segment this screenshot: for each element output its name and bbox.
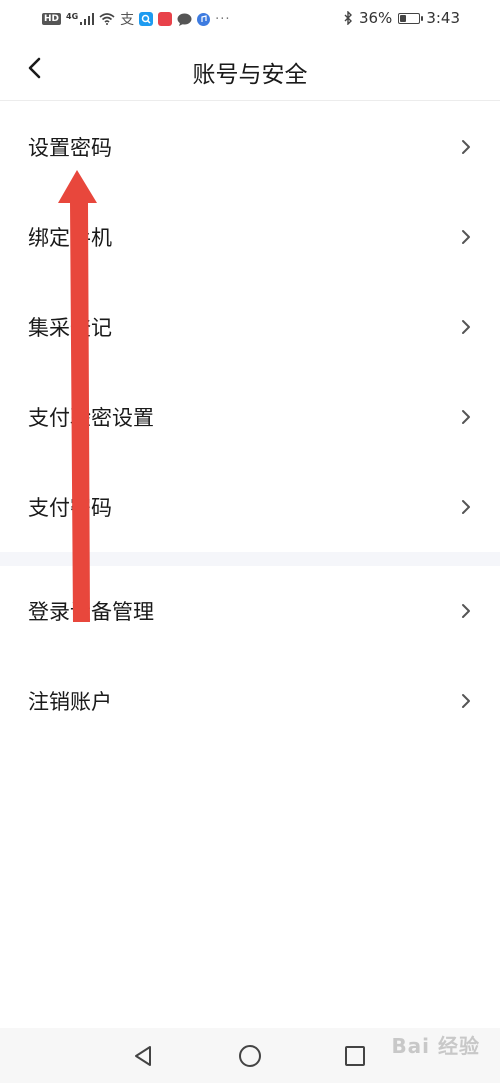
menu-item-label: 支付密码 <box>28 496 112 520</box>
clock: 3:43 <box>426 9 460 27</box>
chevron-right-icon <box>462 410 470 424</box>
status-right: 36% 3:43 <box>344 9 460 27</box>
menu-item-set-password[interactable]: 设置密码 <box>0 102 500 192</box>
menu-item-payment-password[interactable]: 支付密码 <box>0 462 500 552</box>
menu-item-label: 集采登记 <box>28 316 112 340</box>
chevron-right-icon <box>462 230 470 244</box>
menu-item-label: 设置密码 <box>28 136 112 160</box>
circle-home-icon <box>239 1045 261 1067</box>
menu-item-login-devices[interactable]: 登录设备管理 <box>0 566 500 656</box>
square-recents-icon <box>345 1046 365 1066</box>
bluetooth-icon <box>344 11 352 25</box>
menu-item-label: 支付验密设置 <box>28 406 154 430</box>
battery-level <box>400 14 407 22</box>
menu-item-payment-verification[interactable]: 支付验密设置 <box>0 372 500 462</box>
hd-badge: HD <box>42 13 62 25</box>
signal-icon <box>80 13 95 25</box>
menu-item-label: 注销账户 <box>28 690 112 714</box>
nav-home-button[interactable] <box>235 1041 265 1071</box>
nav-back-button[interactable] <box>128 1041 158 1071</box>
status-left: HD 4G 支 ··· <box>42 9 231 29</box>
menu-item-procurement-registration[interactable]: 集采登记 <box>0 282 500 372</box>
chevron-right-icon <box>462 604 470 618</box>
baidu-watermark: Bai 经验 <box>391 1034 480 1058</box>
music-app-icon <box>197 12 211 26</box>
chevron-right-icon <box>462 140 470 154</box>
menu-item-label: 绑定手机 <box>28 226 112 250</box>
navigation-bar: 账号与安全 <box>0 36 500 101</box>
nav-recents-button[interactable] <box>340 1041 370 1071</box>
chat-bubble-icon <box>177 13 192 26</box>
network-type: 4G <box>66 11 79 21</box>
wifi-icon <box>99 13 115 25</box>
status-bar: HD 4G 支 ··· 36% 3:43 <box>0 0 500 36</box>
alipay-icon: 支 <box>120 12 135 28</box>
more-notifications-icon: ··· <box>215 11 231 27</box>
menu-item-delete-account[interactable]: 注销账户 <box>0 656 500 746</box>
chevron-right-icon <box>462 694 470 708</box>
menu-item-label: 登录设备管理 <box>28 600 154 624</box>
battery-icon <box>398 12 424 24</box>
chevron-right-icon <box>462 320 470 334</box>
search-app-icon <box>139 12 154 26</box>
page-title: 账号与安全 <box>192 62 308 88</box>
chevron-right-icon <box>462 500 470 514</box>
battery-percent: 36% <box>358 9 393 27</box>
red-app-icon <box>158 12 173 26</box>
menu-item-bind-phone[interactable]: 绑定手机 <box>0 192 500 282</box>
triangle-back-icon <box>135 1046 151 1066</box>
section-divider <box>0 552 500 566</box>
